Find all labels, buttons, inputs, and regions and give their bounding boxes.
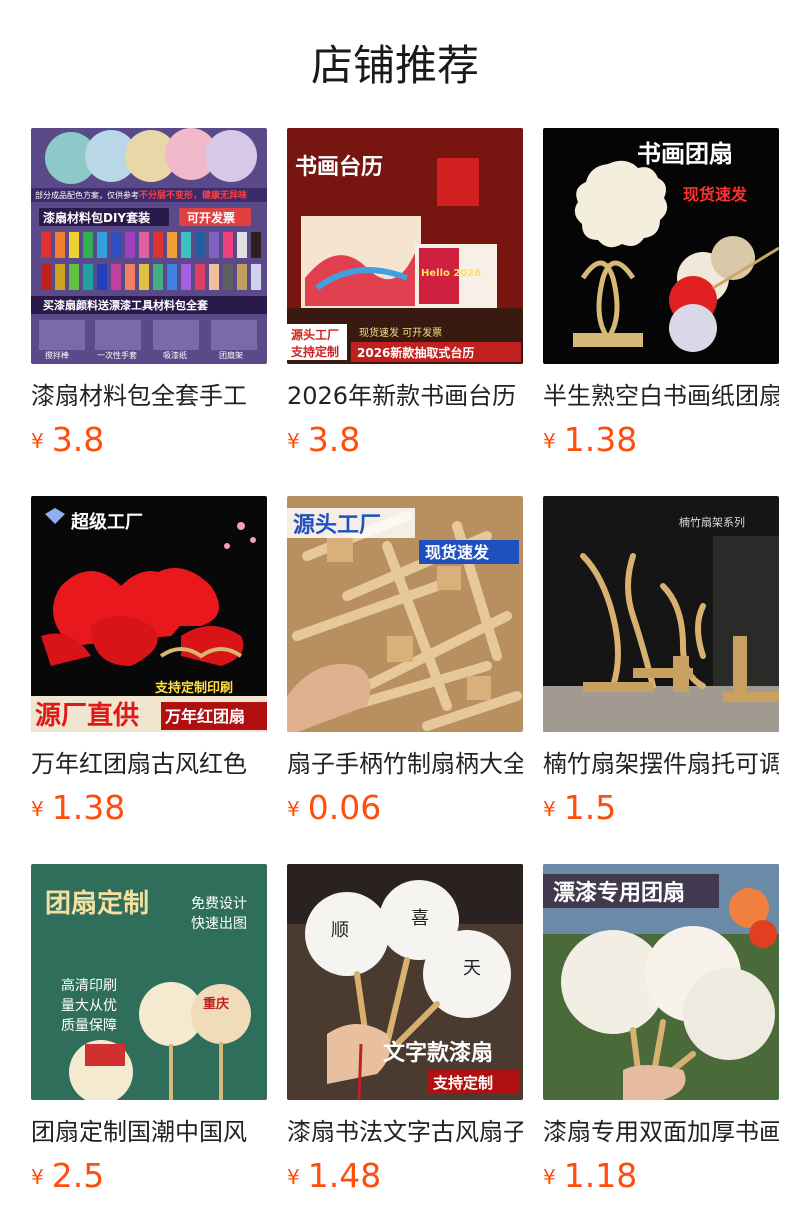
product-image[interactable]: 部分成品配色方案，仅供参考 不分层不变形，健康无异味 漆扇材料包DIY套装 可开… bbox=[31, 128, 267, 364]
image-caption: 支持定制 bbox=[290, 344, 339, 359]
image-caption: 快速出图 bbox=[191, 916, 247, 932]
image-caption: 团扇定制 bbox=[45, 888, 149, 919]
image-caption: 文字款漆扇 bbox=[383, 1040, 493, 1066]
image-caption: 可开发票 bbox=[187, 210, 235, 225]
image-caption: 支持定制 bbox=[432, 1074, 493, 1092]
product-card[interactable]: 楠竹扇架系列 楠竹扇架摆件扇托可调 ¥1.5 bbox=[543, 496, 779, 864]
image-caption: 漂漆专用团扇 bbox=[553, 880, 685, 906]
image-caption: 买漆扇颜料送漂漆工具材料包全套 bbox=[43, 298, 209, 312]
image-caption: 书画台历 bbox=[295, 154, 383, 180]
currency-symbol: ¥ bbox=[543, 429, 556, 453]
product-image[interactable]: 楠竹扇架系列 bbox=[543, 496, 779, 732]
product-price: ¥1.38 bbox=[543, 420, 637, 460]
product-name[interactable]: 漆扇材料包全套手工 bbox=[31, 378, 267, 414]
image-caption: 现货速发 bbox=[683, 185, 748, 204]
page-title: 店铺推荐 bbox=[310, 41, 479, 90]
svg-text:天: 天 bbox=[463, 958, 481, 979]
currency-symbol: ¥ bbox=[287, 797, 300, 821]
image-caption: 漆扇材料包DIY套装 bbox=[43, 210, 150, 225]
image-caption: Hello 2026 bbox=[421, 268, 481, 279]
product-card[interactable]: 超级工厂 支持定制印刷 源厂直供 万年红团扇 万年红团扇古风红色 ¥1.38 bbox=[31, 496, 267, 864]
currency-symbol: ¥ bbox=[31, 1165, 44, 1189]
product-card[interactable]: 漂漆专用团扇 漆扇专用双面加厚书画 ¥1.18 bbox=[543, 864, 779, 1232]
product-price: ¥2.5 bbox=[31, 1156, 104, 1196]
image-caption: 万年红团扇 bbox=[164, 707, 245, 726]
image-caption: 源头工厂 bbox=[293, 513, 381, 538]
image-caption: 不分层不变形，健康无异味 bbox=[139, 189, 247, 201]
image-caption: 楠竹扇架系列 bbox=[679, 515, 745, 529]
image-caption: 搅拌棒 bbox=[45, 350, 69, 360]
product-card[interactable]: 部分成品配色方案，仅供参考 不分层不变形，健康无异味 漆扇材料包DIY套装 可开… bbox=[31, 128, 267, 496]
image-caption: 一次性手套 bbox=[97, 350, 137, 360]
product-name[interactable]: 漆扇专用双面加厚书画 bbox=[543, 1114, 779, 1150]
product-price: ¥1.5 bbox=[543, 788, 616, 828]
currency-symbol: ¥ bbox=[543, 797, 556, 821]
product-image[interactable]: 源头工厂 现货速发 bbox=[287, 496, 523, 732]
image-caption: 现货速发 可开发票 bbox=[359, 326, 442, 339]
price-amount: 1.5 bbox=[563, 788, 617, 827]
price-amount: 1.18 bbox=[563, 1156, 638, 1195]
product-name[interactable]: 半生熟空白书画纸团扇 bbox=[543, 378, 779, 414]
image-caption: 部分成品配色方案，仅供参考 bbox=[35, 190, 139, 200]
product-price: ¥1.38 bbox=[31, 788, 125, 828]
product-price: ¥1.18 bbox=[543, 1156, 637, 1196]
svg-text:喜: 喜 bbox=[411, 908, 429, 929]
product-name[interactable]: 2026年新款书画台历 bbox=[287, 378, 523, 414]
product-price: ¥0.06 bbox=[287, 788, 381, 828]
price-amount: 1.38 bbox=[563, 420, 638, 459]
image-caption: 质量保障 bbox=[61, 1018, 117, 1034]
product-card[interactable]: 书画台历 Hello 2026 源头工厂 支持定制 现货速发 可开发票 2026… bbox=[287, 128, 523, 496]
product-image[interactable]: 漂漆专用团扇 bbox=[543, 864, 779, 1100]
currency-symbol: ¥ bbox=[287, 1165, 300, 1189]
product-card[interactable]: 团扇定制 免费设计 快速出图 高清印刷 量大从优 质量保障 重庆 团扇定制国潮中… bbox=[31, 864, 267, 1232]
price-amount: 0.06 bbox=[307, 788, 382, 827]
price-amount: 2.5 bbox=[51, 1156, 105, 1195]
product-grid: 部分成品配色方案，仅供参考 不分层不变形，健康无异味 漆扇材料包DIY套装 可开… bbox=[31, 128, 779, 1232]
product-image[interactable]: 团扇定制 免费设计 快速出图 高清印刷 量大从优 质量保障 重庆 bbox=[31, 864, 267, 1100]
product-price: ¥3.8 bbox=[31, 420, 104, 460]
price-amount: 3.8 bbox=[51, 420, 105, 459]
image-caption: 源头工厂 bbox=[291, 327, 339, 342]
image-caption: 吸漆纸 bbox=[163, 350, 187, 360]
product-card[interactable]: 书画团扇 现货速发 半生熟空白书画纸团扇 ¥1.38 bbox=[543, 128, 779, 496]
price-amount: 1.38 bbox=[51, 788, 126, 827]
product-image[interactable]: 超级工厂 支持定制印刷 源厂直供 万年红团扇 bbox=[31, 496, 267, 732]
image-caption: 量大从优 bbox=[61, 998, 117, 1014]
image-caption: 重庆 bbox=[203, 996, 229, 1012]
image-caption: 2026新款抽取式台历 bbox=[357, 345, 474, 360]
currency-symbol: ¥ bbox=[287, 429, 300, 453]
product-price: ¥1.48 bbox=[287, 1156, 381, 1196]
product-price: ¥3.8 bbox=[287, 420, 360, 460]
currency-symbol: ¥ bbox=[31, 797, 44, 821]
price-amount: 3.8 bbox=[307, 420, 361, 459]
image-caption: 支持定制印刷 bbox=[154, 680, 233, 696]
image-caption: 免费设计 bbox=[191, 896, 247, 912]
price-amount: 1.48 bbox=[307, 1156, 382, 1195]
product-name[interactable]: 扇子手柄竹制扇柄大全 bbox=[287, 746, 523, 782]
image-caption: 超级工厂 bbox=[71, 511, 143, 533]
currency-symbol: ¥ bbox=[31, 429, 44, 453]
product-card[interactable]: 源头工厂 现货速发 扇子手柄竹制扇柄大全 ¥0.06 bbox=[287, 496, 523, 864]
product-name[interactable]: 楠竹扇架摆件扇托可调 bbox=[543, 746, 779, 782]
currency-symbol: ¥ bbox=[543, 1165, 556, 1189]
image-caption: 源厂直供 bbox=[35, 701, 139, 731]
image-caption: 现货速发 bbox=[425, 543, 490, 562]
product-name[interactable]: 漆扇书法文字古风扇子 bbox=[287, 1114, 523, 1150]
image-caption: 高清印刷 bbox=[61, 977, 117, 994]
product-name[interactable]: 团扇定制国潮中国风 bbox=[31, 1114, 267, 1150]
image-caption: 团扇架 bbox=[219, 350, 243, 360]
product-name[interactable]: 万年红团扇古风红色 bbox=[31, 746, 267, 782]
image-caption: 书画团扇 bbox=[637, 140, 733, 168]
product-image[interactable]: 书画团扇 现货速发 bbox=[543, 128, 779, 364]
product-image[interactable]: 书画台历 Hello 2026 源头工厂 支持定制 现货速发 可开发票 2026… bbox=[287, 128, 523, 364]
product-image[interactable]: 顺 喜 天 文字款漆扇 支持定制 bbox=[287, 864, 523, 1100]
product-card[interactable]: 顺 喜 天 文字款漆扇 支持定制 漆扇书法文字古风扇子 ¥1.48 bbox=[287, 864, 523, 1232]
svg-text:顺: 顺 bbox=[331, 920, 349, 941]
